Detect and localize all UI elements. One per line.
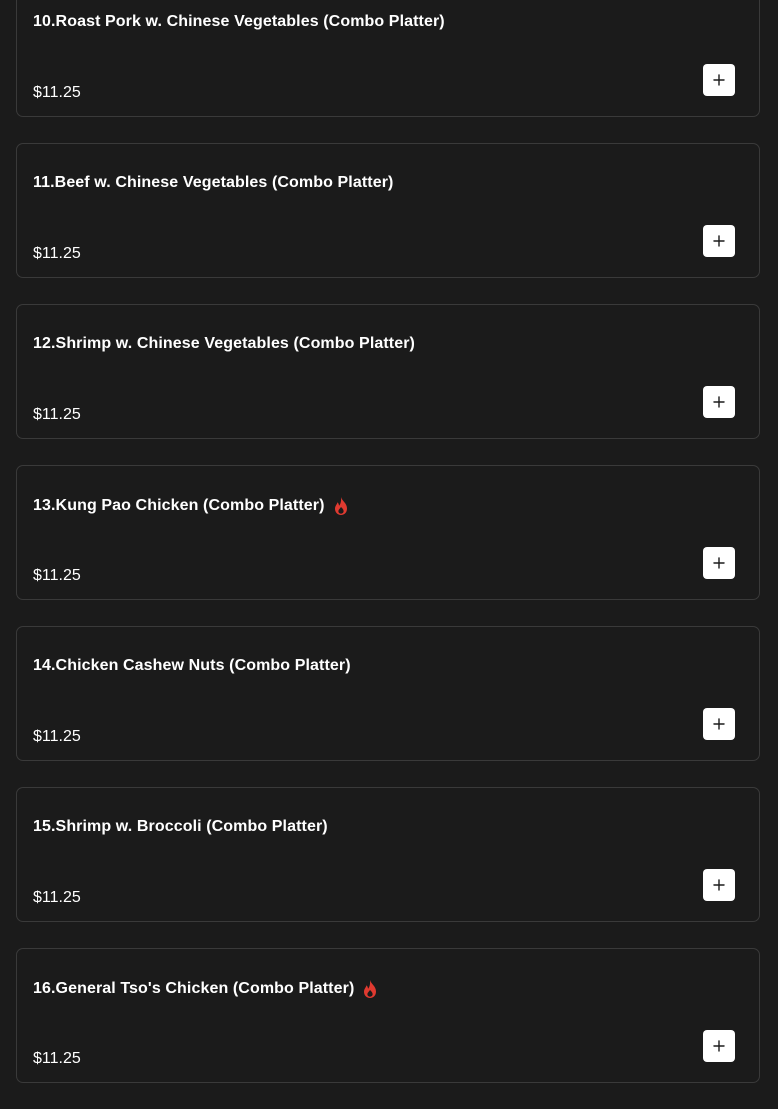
menu-item-name: 14.Chicken Cashew Nuts (Combo Platter)	[33, 657, 351, 674]
plus-icon	[713, 396, 725, 408]
add-to-cart-button[interactable]	[703, 547, 735, 579]
menu-item-title: 15.Shrimp w. Broccoli (Combo Platter)	[33, 818, 328, 836]
menu-item-name: 10.Roast Pork w. Chinese Vegetables (Com…	[33, 13, 445, 30]
menu-item-name: 11.Beef w. Chinese Vegetables (Combo Pla…	[33, 174, 394, 191]
menu-item-name: 16.General Tso's Chicken (Combo Platter)	[33, 980, 355, 997]
menu-item-title: 14.Chicken Cashew Nuts (Combo Platter)	[33, 657, 351, 675]
menu-item-price: $11.25	[33, 1050, 81, 1067]
menu-item-card[interactable]: 16.General Tso's Chicken (Combo Platter)…	[16, 948, 760, 1083]
menu-item-card[interactable]: 11.Beef w. Chinese Vegetables (Combo Pla…	[16, 143, 760, 278]
flame-icon	[333, 496, 349, 516]
plus-icon	[713, 1040, 725, 1052]
add-to-cart-button[interactable]	[703, 225, 735, 257]
menu-item-price: $11.25	[33, 728, 81, 745]
menu-item-card[interactable]: 13.Kung Pao Chicken (Combo Platter) $11.2…	[16, 465, 760, 600]
plus-icon	[713, 557, 725, 569]
menu-item-title: 13.Kung Pao Chicken (Combo Platter)	[33, 496, 349, 516]
menu-item-price: $11.25	[33, 889, 81, 906]
menu-item-name: 12.Shrimp w. Chinese Vegetables (Combo P…	[33, 335, 415, 352]
menu-item-name: 15.Shrimp w. Broccoli (Combo Platter)	[33, 818, 328, 835]
menu-item-name: 13.Kung Pao Chicken (Combo Platter)	[33, 497, 325, 514]
menu-item-title: 16.General Tso's Chicken (Combo Platter)	[33, 979, 378, 999]
add-to-cart-button[interactable]	[703, 64, 735, 96]
menu-item-list: 10.Roast Pork w. Chinese Vegetables (Com…	[0, 0, 778, 1109]
menu-item-title: 11.Beef w. Chinese Vegetables (Combo Pla…	[33, 174, 393, 192]
menu-item-card[interactable]: 10.Roast Pork w. Chinese Vegetables (Com…	[16, 0, 760, 117]
plus-icon	[713, 879, 725, 891]
add-to-cart-button[interactable]	[703, 708, 735, 740]
add-to-cart-button[interactable]	[703, 869, 735, 901]
menu-item-card[interactable]: 15.Shrimp w. Broccoli (Combo Platter) $11…	[16, 787, 760, 922]
menu-item-price: $11.25	[33, 406, 81, 423]
plus-icon	[713, 74, 725, 86]
menu-item-price: $11.25	[33, 567, 81, 584]
flame-icon	[362, 979, 378, 999]
menu-item-price: $11.25	[33, 245, 81, 262]
menu-item-card[interactable]: 12.Shrimp w. Chinese Vegetables (Combo P…	[16, 304, 760, 439]
plus-icon	[713, 718, 725, 730]
plus-icon	[713, 235, 725, 247]
menu-item-card[interactable]: 14.Chicken Cashew Nuts (Combo Platter) $1…	[16, 626, 760, 761]
add-to-cart-button[interactable]	[703, 1030, 735, 1062]
add-to-cart-button[interactable]	[703, 386, 735, 418]
menu-item-title: 10.Roast Pork w. Chinese Vegetables (Com…	[33, 13, 445, 31]
menu-item-title: 12.Shrimp w. Chinese Vegetables (Combo P…	[33, 335, 415, 353]
menu-item-price: $11.25	[33, 84, 81, 101]
